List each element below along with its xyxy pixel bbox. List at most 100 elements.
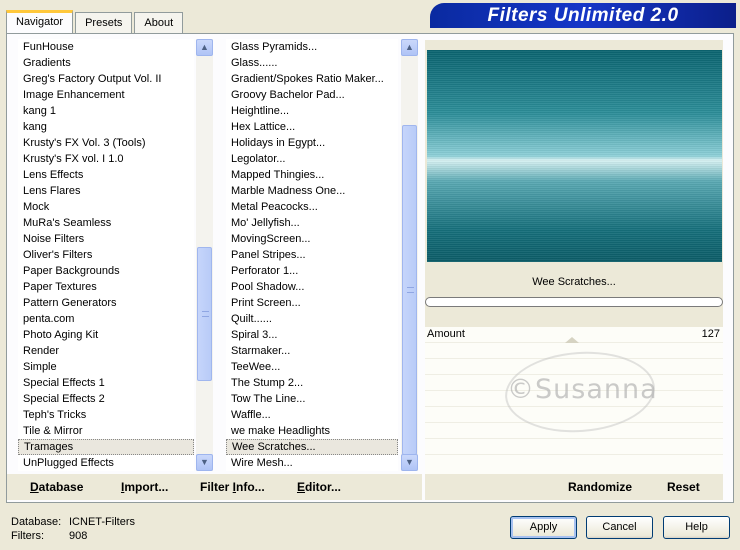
filter-list-item[interactable]: Mo' Jellyfish... xyxy=(226,215,398,231)
parameter-area: Amount 127 ©Susanna xyxy=(425,327,723,475)
filter-list-item[interactable]: Glass Pyramids... xyxy=(226,39,398,55)
category-list-item[interactable]: Simple xyxy=(18,359,194,375)
filter-list-item[interactable]: Panel Stripes... xyxy=(226,247,398,263)
bottom-right-toolbar: Randomize Reset xyxy=(425,474,723,500)
preview-image xyxy=(427,50,722,262)
button-label: ditor... xyxy=(305,480,342,494)
filter-list-item[interactable]: Wee Scratches... xyxy=(226,439,398,455)
category-list-item[interactable]: Paper Textures xyxy=(18,279,194,295)
scroll-thumb[interactable] xyxy=(197,247,212,381)
category-list-item[interactable]: Pattern Generators xyxy=(18,295,194,311)
category-list-item[interactable]: Oliver's Filters xyxy=(18,247,194,263)
category-list-item[interactable]: Gradients xyxy=(18,55,194,71)
category-list-item[interactable]: Tramages xyxy=(18,439,194,455)
category-list-item[interactable]: Image Enhancement xyxy=(18,87,194,103)
filter-list-item[interactable]: Perforator 1... xyxy=(226,263,398,279)
slider-marker-icon xyxy=(565,337,579,343)
app-title-banner: Filters Unlimited 2.0 xyxy=(430,3,736,28)
category-list-item[interactable]: Mock xyxy=(18,199,194,215)
tab-presets[interactable]: Presets xyxy=(75,12,133,33)
category-list-item[interactable]: Teph's Tricks xyxy=(18,407,194,423)
category-list-item[interactable]: Tile & Mirror xyxy=(18,423,194,439)
randomize-button[interactable]: Randomize xyxy=(568,474,632,500)
tab-about[interactable]: About xyxy=(134,12,184,33)
filter-list-item[interactable]: Waffle... xyxy=(226,407,398,423)
filter-list-item[interactable]: Print Screen... xyxy=(226,295,398,311)
status-database-value: ICNET-Filters xyxy=(69,516,135,528)
category-list-item[interactable]: Krusty's FX vol. I 1.0 xyxy=(18,151,194,167)
category-list-item[interactable]: MuRa's Seamless xyxy=(18,215,194,231)
database-button[interactable]: Database xyxy=(30,474,83,500)
category-list-item[interactable]: Noise Filters xyxy=(18,231,194,247)
category-list-item[interactable]: Special Effects 1 xyxy=(18,375,194,391)
reset-button[interactable]: Reset xyxy=(667,474,700,500)
selected-filter-label: Wee Scratches... xyxy=(532,276,616,288)
filter-list-item[interactable]: Holidays in Egypt... xyxy=(226,135,398,151)
scroll-thumb[interactable] xyxy=(402,125,417,455)
category-list-item[interactable]: UnPlugged Effects xyxy=(18,455,194,471)
filter-list-item[interactable]: Legolator... xyxy=(226,151,398,167)
filter-list-item[interactable]: Hex Lattice... xyxy=(226,119,398,135)
category-list-item[interactable]: kang 1 xyxy=(18,103,194,119)
filter-list-item[interactable]: Starmaker... xyxy=(226,343,398,359)
filter-list-item[interactable]: Quilt...... xyxy=(226,311,398,327)
param-value: 127 xyxy=(701,328,720,340)
category-list-item[interactable]: Krusty's FX Vol. 3 (Tools) xyxy=(18,135,194,151)
category-list-item[interactable]: penta.com xyxy=(18,311,194,327)
filter-list-item[interactable]: Glass...... xyxy=(226,55,398,71)
help-button[interactable]: Help xyxy=(663,516,730,539)
category-list[interactable]: FunHouse Gradients Greg's Factory Output V… xyxy=(18,39,194,471)
param-label: Amount xyxy=(427,328,465,340)
scroll-down-icon[interactable]: ▼ xyxy=(401,454,418,471)
filter-info-button[interactable]: Filter Info... xyxy=(200,474,265,500)
filter-list-item[interactable]: Mapped Thingies... xyxy=(226,167,398,183)
progress-bar xyxy=(425,297,723,307)
watermark: ©Susanna xyxy=(507,374,658,405)
filter-list-item[interactable]: TeeWee... xyxy=(226,359,398,375)
status-info: Database: ICNET-Filters Filters: 908 xyxy=(11,515,135,543)
apply-button[interactable]: Apply xyxy=(510,516,577,539)
filter-list-item[interactable]: we make Headlights xyxy=(226,423,398,439)
category-list-item[interactable]: FunHouse xyxy=(18,39,194,55)
param-row xyxy=(425,439,723,455)
hotkey-letter: D xyxy=(30,480,39,494)
button-label: Filter xyxy=(200,480,233,494)
filter-list-item[interactable]: Spiral 3... xyxy=(226,327,398,343)
category-list-item[interactable]: Greg's Factory Output Vol. II xyxy=(18,71,194,87)
filter-scrollbar[interactable]: ▲ ▼ xyxy=(401,39,418,471)
preview-panel: Wee Scratches... Amount 127 ©Susanna xyxy=(425,40,723,500)
button-label: atabase xyxy=(38,480,84,494)
filter-list-item[interactable]: Groovy Bachelor Pad... xyxy=(226,87,398,103)
import-button[interactable]: Import... xyxy=(121,474,168,500)
filter-list-item[interactable]: Metal Peacocks... xyxy=(226,199,398,215)
tab-strip: Navigator Presets About xyxy=(6,10,185,33)
scroll-up-icon[interactable]: ▲ xyxy=(401,39,418,56)
category-list-item[interactable]: Lens Flares xyxy=(18,183,194,199)
button-label: mport... xyxy=(124,480,169,494)
scroll-down-icon[interactable]: ▼ xyxy=(196,454,213,471)
category-list-item[interactable]: Photo Aging Kit xyxy=(18,327,194,343)
category-list-item[interactable]: Special Effects 2 xyxy=(18,391,194,407)
status-database-key: Database: xyxy=(11,516,62,528)
category-list-item[interactable]: kang xyxy=(18,119,194,135)
filter-list-item[interactable]: Marble Madness One... xyxy=(226,183,398,199)
filter-list[interactable]: Glass Pyramids... Glass...... Gradient/Spo… xyxy=(226,39,398,471)
status-filters-key: Filters: xyxy=(11,530,44,542)
tab-navigator[interactable]: Navigator xyxy=(6,10,74,33)
scroll-up-icon[interactable]: ▲ xyxy=(196,39,213,56)
button-label: nfo... xyxy=(236,480,265,494)
filter-list-item[interactable]: Pool Shadow... xyxy=(226,279,398,295)
filter-list-item[interactable]: MovingScreen... xyxy=(226,231,398,247)
filter-list-item[interactable]: Wire Mesh... xyxy=(226,455,398,471)
bottom-left-toolbar: Database Import... Filter Info... Editor… xyxy=(7,474,422,500)
filter-list-item[interactable]: The Stump 2... xyxy=(226,375,398,391)
category-list-item[interactable]: Paper Backgrounds xyxy=(18,263,194,279)
category-scrollbar[interactable]: ▲ ▼ xyxy=(196,39,213,471)
editor-button[interactable]: Editor... xyxy=(297,474,341,500)
filter-list-item[interactable]: Tow The Line... xyxy=(226,391,398,407)
filter-list-item[interactable]: Heightline... xyxy=(226,103,398,119)
category-list-item[interactable]: Render xyxy=(18,343,194,359)
filter-list-item[interactable]: Gradient/Spokes Ratio Maker... xyxy=(226,71,398,87)
cancel-button[interactable]: Cancel xyxy=(586,516,653,539)
category-list-item[interactable]: Lens Effects xyxy=(18,167,194,183)
